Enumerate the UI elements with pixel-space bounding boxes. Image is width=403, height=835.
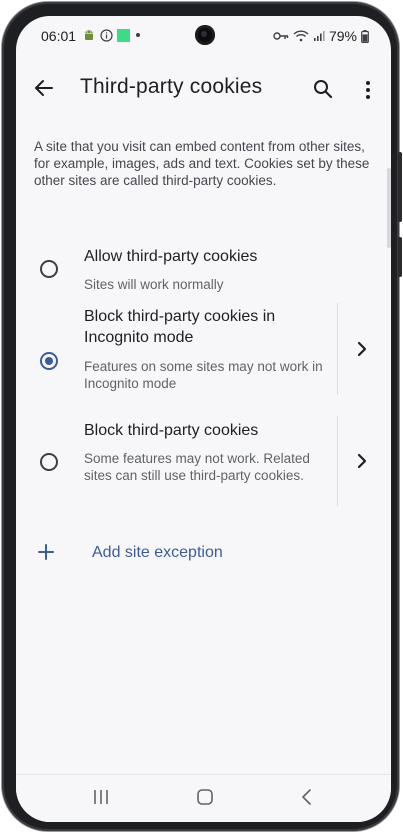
radio-button-selected[interactable] <box>40 352 58 370</box>
info-icon <box>100 28 113 42</box>
radio-button[interactable] <box>40 260 58 278</box>
navigation-bar <box>16 774 391 822</box>
status-bar: 06:01 79% <box>16 16 391 54</box>
add-site-exception-label: Add site exception <box>92 544 223 561</box>
front-camera <box>195 25 215 45</box>
arrow-back-icon[interactable] <box>32 76 56 100</box>
option-allow-third-party[interactable]: Allow third-party cookies Sites will wor… <box>16 232 391 302</box>
status-right-icons: 79% <box>273 28 369 44</box>
battery-percent: 79% <box>328 28 357 44</box>
plus-icon <box>38 544 54 560</box>
key-icon <box>273 30 289 42</box>
option-subtitle: Sites will work normally <box>84 277 224 292</box>
screen: 06:01 79% Third-party cookies A site tha… <box>16 16 391 822</box>
radio-button[interactable] <box>40 453 58 471</box>
dot-icon <box>134 31 142 39</box>
page-title: Third-party cookies <box>80 75 263 98</box>
option-subtitle: Some features may not work. Related site… <box>84 451 310 483</box>
wifi-icon <box>293 30 309 42</box>
option-subtitle: Features on some sites may not work in I… <box>84 359 323 391</box>
add-site-exception-button[interactable]: Add site exception <box>16 536 391 572</box>
app-bar: Third-party cookies <box>16 60 391 116</box>
description-text: A site that you visit can embed content … <box>34 139 370 188</box>
chevron-right-icon[interactable] <box>356 453 368 469</box>
nav-back-icon[interactable] <box>300 787 314 807</box>
option-block-third-party[interactable]: Block third-party cookies Some features … <box>16 416 391 526</box>
scrollbar[interactable] <box>387 168 391 248</box>
green-square-icon <box>117 28 130 42</box>
home-icon[interactable] <box>196 788 214 806</box>
volume-button <box>398 152 402 222</box>
status-time: 06:01 <box>41 28 77 44</box>
divider <box>337 416 338 506</box>
status-left-icons <box>82 28 142 42</box>
search-icon[interactable] <box>312 78 334 100</box>
android-icon <box>82 28 96 42</box>
more-vert-icon[interactable] <box>356 78 380 102</box>
option-block-incognito[interactable]: Block third-party cookies in Incognito m… <box>16 303 391 413</box>
battery-icon <box>361 29 369 43</box>
signal-icon <box>313 30 325 42</box>
option-title: Block third-party cookies <box>84 422 259 439</box>
divider <box>337 303 338 395</box>
phone-frame: 06:01 79% Third-party cookies A site tha… <box>2 2 402 831</box>
chevron-right-icon[interactable] <box>356 341 368 357</box>
option-title: Block third-party cookies in Incognito m… <box>84 308 276 346</box>
option-title: Allow third-party cookies <box>84 248 258 265</box>
recents-icon[interactable] <box>92 788 110 806</box>
power-button <box>398 237 402 277</box>
